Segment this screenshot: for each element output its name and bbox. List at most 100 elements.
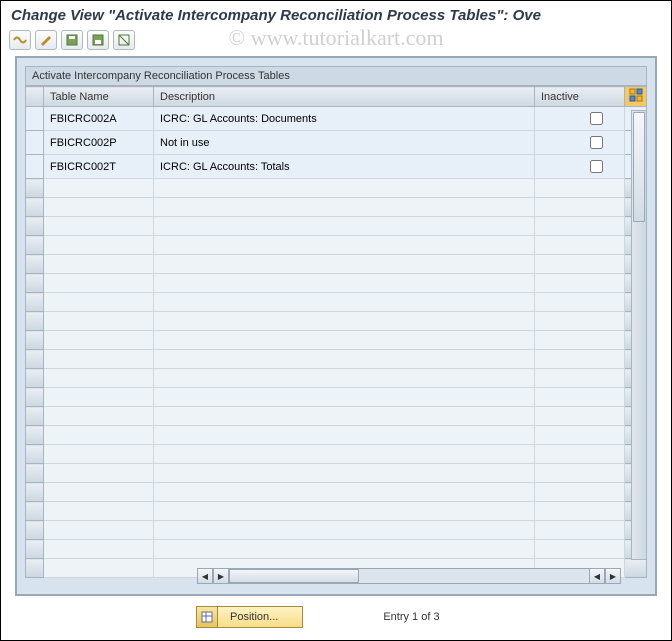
cell-inactive[interactable] (535, 521, 625, 540)
cell-description[interactable] (154, 369, 535, 388)
cell-table-name[interactable] (44, 293, 154, 312)
cell-inactive[interactable] (535, 293, 625, 312)
scrollbar-track[interactable] (229, 568, 589, 584)
scroll-right-icon[interactable]: ◀ (589, 568, 605, 584)
row-selector[interactable] (26, 255, 44, 274)
scroll-last-icon[interactable]: ▶ (605, 568, 621, 584)
row-selector[interactable] (26, 107, 44, 131)
cell-inactive[interactable] (535, 407, 625, 426)
cell-description[interactable] (154, 236, 535, 255)
cell-description[interactable] (154, 445, 535, 464)
cell-description[interactable] (154, 179, 535, 198)
cell-description[interactable] (154, 198, 535, 217)
cell-description[interactable] (154, 426, 535, 445)
row-selector[interactable] (26, 155, 44, 179)
cell-description[interactable] (154, 312, 535, 331)
inactive-checkbox[interactable] (590, 160, 603, 173)
cell-inactive[interactable] (535, 331, 625, 350)
cell-table-name[interactable] (44, 464, 154, 483)
cell-table-name[interactable] (44, 198, 154, 217)
horizontal-scrollbar[interactable]: ◀ ▶ ◀ ▶ (197, 568, 621, 584)
cell-inactive[interactable] (535, 388, 625, 407)
cell-table-name[interactable] (44, 369, 154, 388)
inactive-checkbox[interactable] (590, 112, 603, 125)
cell-table-name[interactable]: FBICRC002A (44, 107, 154, 131)
table-row[interactable]: FBICRC002TICRC: GL Accounts: Totals (26, 155, 647, 179)
cell-description[interactable] (154, 350, 535, 369)
cell-table-name[interactable] (44, 502, 154, 521)
row-selector[interactable] (26, 502, 44, 521)
row-selector[interactable] (26, 331, 44, 350)
cell-table-name[interactable] (44, 445, 154, 464)
table-row[interactable]: FBICRC002AICRC: GL Accounts: Documents (26, 107, 647, 131)
save-icon[interactable] (61, 30, 83, 50)
cell-inactive[interactable] (535, 464, 625, 483)
cell-table-name[interactable]: FBICRC002P (44, 131, 154, 155)
other-view-icon[interactable] (9, 30, 31, 50)
inactive-checkbox[interactable] (590, 136, 603, 149)
table-options-icon[interactable] (625, 87, 647, 107)
cell-description[interactable] (154, 331, 535, 350)
cell-table-name[interactable] (44, 559, 154, 578)
cell-table-name[interactable] (44, 521, 154, 540)
row-selector[interactable] (26, 293, 44, 312)
row-selector[interactable] (26, 426, 44, 445)
cell-table-name[interactable] (44, 350, 154, 369)
cell-description[interactable] (154, 540, 535, 559)
row-selector[interactable] (26, 521, 44, 540)
cell-inactive[interactable] (535, 217, 625, 236)
cell-table-name[interactable] (44, 312, 154, 331)
cell-inactive[interactable] (535, 155, 625, 179)
cell-description[interactable] (154, 255, 535, 274)
change-icon[interactable] (35, 30, 57, 50)
col-description[interactable]: Description (154, 87, 535, 107)
cell-table-name[interactable] (44, 388, 154, 407)
cell-table-name[interactable] (44, 255, 154, 274)
cell-table-name[interactable] (44, 483, 154, 502)
cell-table-name[interactable] (44, 426, 154, 445)
scrollbar-thumb[interactable] (633, 112, 645, 222)
cell-inactive[interactable] (535, 312, 625, 331)
deselect-all-icon[interactable] (113, 30, 135, 50)
row-selector[interactable] (26, 388, 44, 407)
cell-description[interactable] (154, 293, 535, 312)
cell-description[interactable] (154, 502, 535, 521)
cell-inactive[interactable] (535, 426, 625, 445)
cell-inactive[interactable] (535, 502, 625, 521)
cell-description[interactable] (154, 217, 535, 236)
cell-description[interactable] (154, 407, 535, 426)
row-selector[interactable] (26, 464, 44, 483)
cell-inactive[interactable] (535, 445, 625, 464)
cell-description[interactable] (154, 483, 535, 502)
cell-description[interactable]: ICRC: GL Accounts: Documents (154, 107, 535, 131)
row-selector[interactable] (26, 350, 44, 369)
cell-table-name[interactable]: FBICRC002T (44, 155, 154, 179)
cell-inactive[interactable] (535, 179, 625, 198)
cell-inactive[interactable] (535, 255, 625, 274)
cell-description[interactable]: ICRC: GL Accounts: Totals (154, 155, 535, 179)
table-row[interactable]: FBICRC002PNot in use (26, 131, 647, 155)
cell-table-name[interactable] (44, 407, 154, 426)
row-selector[interactable] (26, 179, 44, 198)
row-selector[interactable] (26, 131, 44, 155)
cell-table-name[interactable] (44, 179, 154, 198)
cell-table-name[interactable] (44, 331, 154, 350)
cell-inactive[interactable] (535, 198, 625, 217)
cell-inactive[interactable] (535, 236, 625, 255)
cell-table-name[interactable] (44, 274, 154, 293)
cell-description[interactable] (154, 274, 535, 293)
cell-description[interactable] (154, 521, 535, 540)
row-selector[interactable] (26, 483, 44, 502)
cell-description[interactable] (154, 388, 535, 407)
cell-inactive[interactable] (535, 274, 625, 293)
row-selector[interactable] (26, 407, 44, 426)
cell-table-name[interactable] (44, 217, 154, 236)
col-inactive[interactable]: Inactive (535, 87, 625, 107)
row-selector[interactable] (26, 540, 44, 559)
cell-inactive[interactable] (535, 350, 625, 369)
row-selector[interactable] (26, 217, 44, 236)
row-selector[interactable] (26, 445, 44, 464)
cell-description[interactable] (154, 464, 535, 483)
row-selector[interactable] (26, 198, 44, 217)
row-selector-header[interactable] (26, 87, 44, 107)
